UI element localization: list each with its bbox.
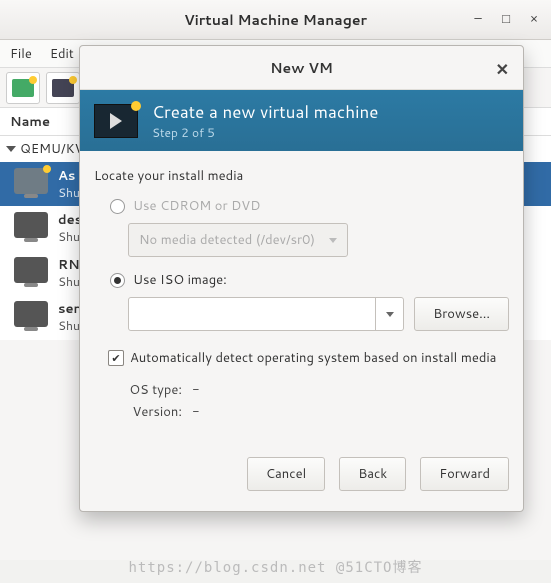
iso-path-input[interactable] [128,297,404,331]
browse-button[interactable]: Browse... [414,297,509,331]
chevron-down-icon[interactable] [375,298,403,330]
dialog-close-button[interactable]: ✕ [496,58,509,81]
dialog-footer: Cancel Back Forward [80,439,523,511]
monitor-sun-icon [12,79,34,97]
column-name: Name [10,113,50,131]
monitor-icon [52,79,74,97]
menu-file[interactable]: File [10,45,32,63]
vm-icon [14,301,48,327]
os-type-value: - [192,381,200,399]
autodetect-label: Automatically detect operating system ba… [130,349,496,367]
wizard-icon [94,104,138,138]
close-button[interactable]: × [521,6,547,32]
autodetect-checkbox-row[interactable]: Automatically detect operating system ba… [108,349,509,367]
radio-iso-label: Use ISO image: [133,271,227,289]
dialog-body: Locate your install media Use CDROM or D… [80,151,523,439]
radio-cdrom-label: Use CDROM or DVD [133,197,260,215]
dialog-heading: Create a new virtual machine [152,100,378,124]
expand-icon [6,146,16,152]
open-vm-button[interactable] [46,72,80,104]
version-label: Version: [122,403,182,421]
version-value: - [192,403,200,421]
new-vm-button[interactable] [6,72,40,104]
chevron-down-icon [319,224,347,256]
back-button[interactable]: Back [339,457,406,491]
os-type-row: OS type: - [122,381,509,399]
checkbox-icon [108,350,124,366]
dialog-title: New VM [270,58,333,78]
locate-label: Locate your install media [94,167,509,185]
radio-cdrom[interactable]: Use CDROM or DVD [110,197,509,215]
dialog-header: Create a new virtual machine Step 2 of 5 [80,90,523,151]
dialog-titlebar: New VM ✕ [80,46,523,90]
watermark: https://blog.csdn.net @51CTO博客 [0,557,551,577]
forward-button[interactable]: Forward [420,457,509,491]
window-title: Virtual Machine Manager [184,10,367,30]
vm-icon [14,168,48,194]
vm-icon [14,257,48,283]
os-type-label: OS type: [122,381,182,399]
minimize-button[interactable]: – [465,6,491,32]
cancel-button[interactable]: Cancel [247,457,325,491]
vm-icon [14,212,48,238]
step-label: Step 2 of 5 [152,124,378,141]
titlebar: Virtual Machine Manager – □ × [0,0,551,40]
new-vm-dialog: New VM ✕ Create a new virtual machine St… [79,45,524,512]
play-icon [110,113,122,129]
radio-iso[interactable]: Use ISO image: [110,271,509,289]
menu-edit[interactable]: Edit [50,45,74,63]
radio-icon [110,199,125,214]
radio-icon [110,273,125,288]
cdrom-media-combo: No media detected (/dev/sr0) [128,223,348,257]
cdrom-media-value: No media detected (/dev/sr0) [139,231,315,249]
maximize-button[interactable]: □ [493,6,519,32]
version-row: Version: - [122,403,509,421]
